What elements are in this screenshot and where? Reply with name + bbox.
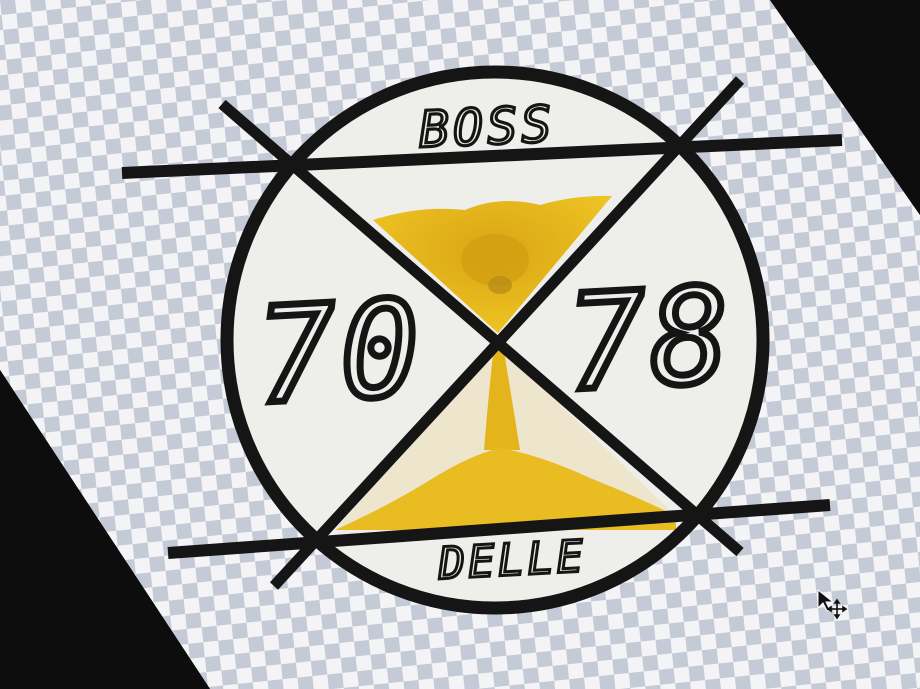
logo-right-number: 78 bbox=[563, 259, 738, 422]
editor-canvas[interactable]: BOSS 70 78 DELLE bbox=[0, 0, 920, 689]
logo-top-text: BOSS bbox=[418, 95, 557, 159]
move-cursor-icon bbox=[817, 588, 848, 620]
screen: BOSS 70 78 DELLE bbox=[0, 0, 920, 689]
logo-bottom-text: DELLE bbox=[436, 531, 587, 590]
logo-left-number: 70 bbox=[253, 272, 428, 435]
